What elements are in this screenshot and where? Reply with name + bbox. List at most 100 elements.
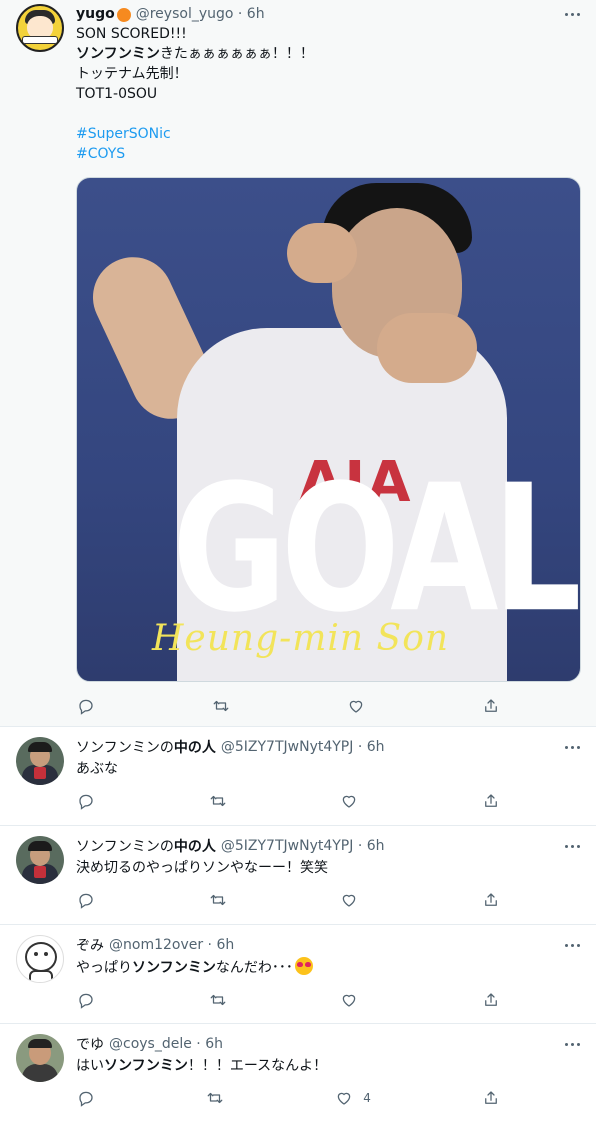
main-tweet[interactable]: yugo @reysol_yugo · 6h SON SCORED!!! ソンフ…	[0, 0, 596, 727]
display-name-bold: 中の人	[173, 839, 216, 855]
like-button[interactable]	[340, 991, 368, 1009]
tweet-actions	[76, 791, 500, 811]
tweet-text: はいソンフンミン！！！エースなんよ！	[76, 1056, 582, 1076]
tweet-header: ソンフンミンの中の人 @5IZY7TJwNyt4YPJ · 6h	[76, 836, 582, 856]
retweet-icon	[210, 795, 226, 807]
like-count: 4	[363, 1091, 371, 1105]
tweet-actions	[76, 696, 500, 716]
tweet-header: yugo @reysol_yugo · 6h	[76, 4, 582, 24]
tweet-text-line: SON SCORED!!!	[76, 26, 187, 42]
heart-icon	[343, 894, 356, 907]
player-signature-text: Heung-min Son	[152, 618, 450, 659]
reply-button[interactable]	[77, 697, 95, 715]
handle-timestamp[interactable]: @5IZY7TJwNyt4YPJ · 6h	[221, 838, 385, 854]
share-icon	[485, 794, 497, 807]
handle-timestamp[interactable]: @coys_dele · 6h	[109, 1036, 223, 1052]
like-button[interactable]	[347, 697, 365, 715]
tweet-text-line: TOT1-0SOU	[76, 86, 158, 102]
tweet-content: ソンフンミンの中の人 @5IZY7TJwNyt4YPJ · 6h 決め切るのやっ…	[76, 836, 582, 910]
tweet-content: yugo @reysol_yugo · 6h SON SCORED!!! ソンフ…	[76, 4, 582, 716]
display-name-bold: 中の人	[173, 740, 216, 756]
reply-tweet[interactable]: ぞみ @nom12over · 6h やっぱりソンフンミンなんだわ･･･	[0, 925, 596, 1024]
bold-player-name: ソンフンミン	[132, 960, 216, 976]
bold-player-name: ソンフンミン	[76, 46, 160, 62]
retweet-button[interactable]	[209, 991, 227, 1009]
tweet-text-fragment: なんだわ･･･	[215, 960, 293, 976]
tweet-content: でゆ @coys_dele · 6h はいソンフンミン！！！エースなんよ！ 4	[76, 1034, 582, 1108]
tweet-text-fragment: やっぱり	[76, 960, 132, 976]
reply-button[interactable]	[77, 991, 95, 1009]
reply-button[interactable]	[77, 792, 95, 810]
tweet-text-fragment: ！！！エースなんよ！	[187, 1058, 328, 1074]
tweet-text-line: トッテナム先制！	[76, 66, 188, 82]
bold-player-name: ソンフンミン	[104, 1058, 188, 1074]
reply-icon	[79, 794, 93, 810]
tweet-text-fragment: はい	[76, 1058, 104, 1074]
photo-hand	[287, 223, 357, 283]
reply-icon	[79, 893, 93, 909]
share-button[interactable]	[482, 1089, 500, 1107]
share-icon	[485, 699, 497, 712]
handle-timestamp[interactable]: @nom12over · 6h	[109, 937, 234, 953]
avatar[interactable]	[16, 737, 64, 785]
handle-timestamp[interactable]: @reysol_yugo · 6h	[136, 6, 265, 22]
avatar[interactable]	[16, 935, 64, 983]
tweet-media-image[interactable]: AIA GOAL Heung-min Son	[76, 177, 581, 682]
share-button[interactable]	[482, 991, 500, 1009]
retweet-button[interactable]	[206, 1089, 224, 1107]
heart-eyes-emoji-icon	[294, 957, 313, 975]
tweet-header: ぞみ @nom12over · 6h	[76, 935, 582, 955]
share-button[interactable]	[482, 792, 500, 810]
tweet-text: あぶな	[76, 761, 118, 777]
reply-icon	[79, 993, 93, 1009]
tweet-text-line: ソンフンミンきたぁぁぁぁぁぁ！！！	[76, 44, 582, 64]
reply-tweet[interactable]: ソンフンミンの中の人 @5IZY7TJwNyt4YPJ · 6h 決め切るのやっ…	[0, 826, 596, 925]
display-name[interactable]: ぞみ	[76, 935, 104, 955]
like-button[interactable]	[340, 792, 368, 810]
reply-icon	[79, 1091, 93, 1107]
tweet-text: やっぱりソンフンミンなんだわ･･･	[76, 957, 582, 978]
heart-icon	[337, 1092, 351, 1105]
like-button[interactable]	[340, 891, 368, 909]
more-options-icon[interactable]	[565, 12, 582, 16]
heart-icon	[343, 994, 356, 1007]
share-button[interactable]	[482, 891, 500, 909]
tweet-actions	[76, 990, 500, 1010]
display-name-part: ソンフンミンの	[76, 740, 174, 756]
display-name[interactable]: ソンフンミンの中の人	[76, 737, 216, 757]
avatar[interactable]	[16, 1034, 64, 1082]
tweet-content: ぞみ @nom12over · 6h やっぱりソンフンミンなんだわ･･･	[76, 935, 582, 1010]
heart-icon	[349, 700, 363, 713]
more-options-icon[interactable]	[565, 844, 582, 848]
more-options-icon[interactable]	[565, 745, 582, 749]
retweet-button[interactable]	[212, 697, 230, 715]
retweet-button[interactable]	[209, 891, 227, 909]
retweet-icon	[210, 894, 226, 906]
retweet-button[interactable]	[209, 792, 227, 810]
share-icon	[485, 1091, 497, 1104]
tweet-text-fragment: きたぁぁぁぁぁぁ！！！	[159, 46, 314, 62]
hashtag-link[interactable]: #SuperSONic	[76, 124, 582, 144]
reply-icon	[79, 699, 93, 715]
display-name[interactable]: yugo	[76, 6, 115, 22]
display-name[interactable]: ソンフンミンの中の人	[76, 836, 216, 856]
avatar[interactable]	[16, 836, 64, 884]
avatar[interactable]	[16, 4, 64, 52]
retweet-icon	[213, 700, 229, 712]
heart-icon	[343, 795, 356, 808]
orange-emoji-icon	[116, 8, 131, 22]
tweet-content: ソンフンミンの中の人 @5IZY7TJwNyt4YPJ · 6h あぶな	[76, 737, 582, 811]
share-button[interactable]	[482, 697, 500, 715]
reply-tweet[interactable]: でゆ @coys_dele · 6h はいソンフンミン！！！エースなんよ！ 4	[0, 1024, 596, 1123]
hashtag-link[interactable]: #COYS	[76, 144, 582, 164]
reply-button[interactable]	[77, 1089, 95, 1107]
reply-tweet[interactable]: ソンフンミンの中の人 @5IZY7TJwNyt4YPJ · 6h あぶな	[0, 727, 596, 826]
more-options-icon[interactable]	[565, 1042, 582, 1046]
handle-timestamp[interactable]: @5IZY7TJwNyt4YPJ · 6h	[221, 739, 385, 755]
reply-button[interactable]	[77, 891, 95, 909]
photo-arm	[377, 313, 477, 383]
display-name-part: ソンフンミンの	[76, 839, 174, 855]
display-name[interactable]: でゆ	[76, 1034, 104, 1054]
more-options-icon[interactable]	[565, 943, 582, 947]
like-button[interactable]: 4	[335, 1089, 371, 1107]
